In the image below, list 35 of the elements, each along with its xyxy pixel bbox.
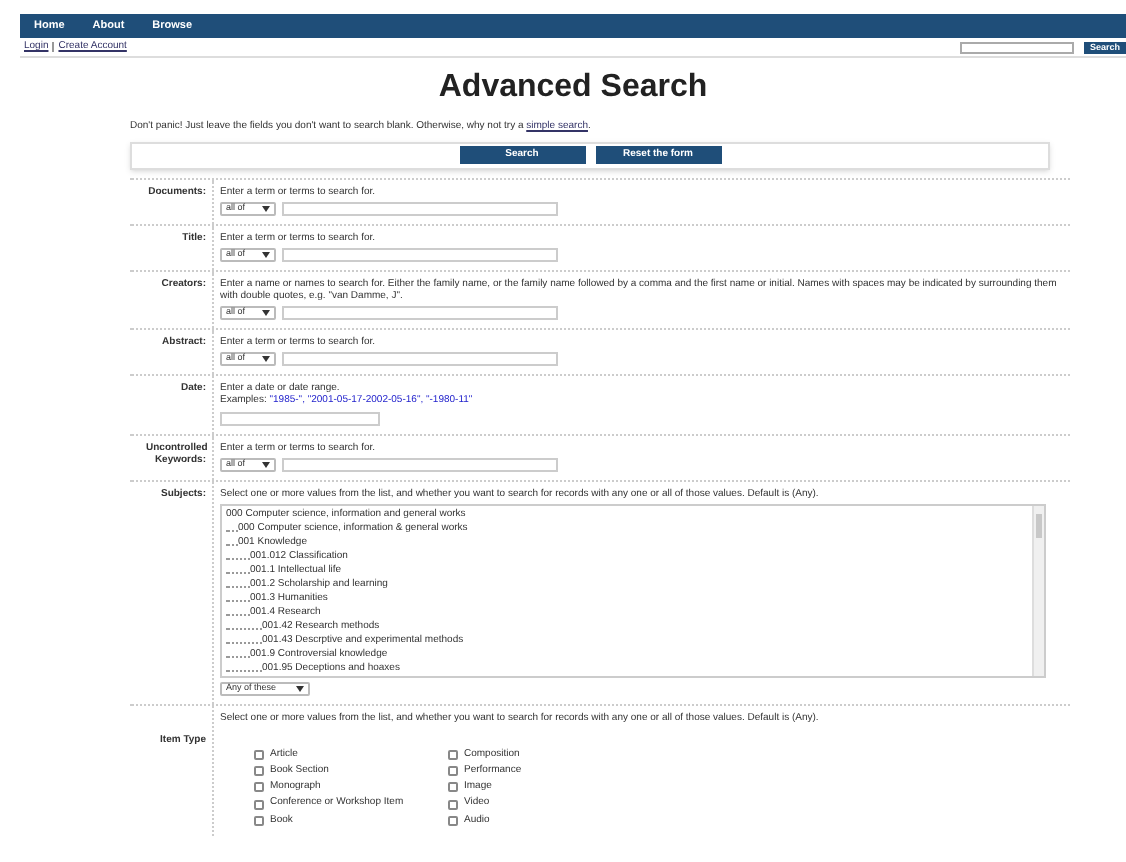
indent-guide — [226, 614, 250, 616]
indent-guide — [226, 656, 250, 658]
checkbox[interactable] — [448, 749, 458, 760]
checkbox[interactable] — [448, 816, 458, 827]
text-input[interactable] — [282, 201, 558, 215]
caret-icon — [262, 251, 270, 257]
page-title: Advanced Search — [438, 68, 708, 108]
checkbox[interactable] — [448, 799, 458, 810]
site-search-field[interactable] — [959, 41, 1074, 53]
caret-icon — [262, 355, 270, 361]
text-input[interactable] — [282, 457, 558, 471]
caret-icon — [296, 685, 304, 691]
indent-guide — [226, 572, 250, 574]
text-input[interactable] — [282, 351, 558, 365]
caret-icon — [262, 309, 270, 315]
text-input[interactable] — [220, 411, 380, 425]
indent-guide — [226, 642, 262, 644]
caret-icon — [262, 461, 270, 467]
checkbox[interactable] — [254, 816, 264, 827]
subject-list[interactable] — [220, 503, 1046, 677]
indent-guide — [226, 586, 250, 588]
checkbox[interactable] — [254, 782, 264, 793]
indent-guide — [226, 628, 262, 630]
checkbox[interactable] — [254, 799, 264, 810]
indent-guide — [226, 558, 250, 560]
indent-guide — [226, 600, 250, 602]
checkbox[interactable] — [254, 766, 264, 777]
text-input[interactable] — [282, 247, 558, 261]
scrollbar[interactable] — [1032, 505, 1044, 675]
text-input[interactable] — [282, 305, 558, 319]
checkbox[interactable] — [254, 749, 264, 760]
checkbox[interactable] — [448, 782, 458, 793]
indent-guide — [226, 670, 262, 672]
caret-icon — [262, 205, 270, 211]
checkbox[interactable] — [448, 766, 458, 777]
